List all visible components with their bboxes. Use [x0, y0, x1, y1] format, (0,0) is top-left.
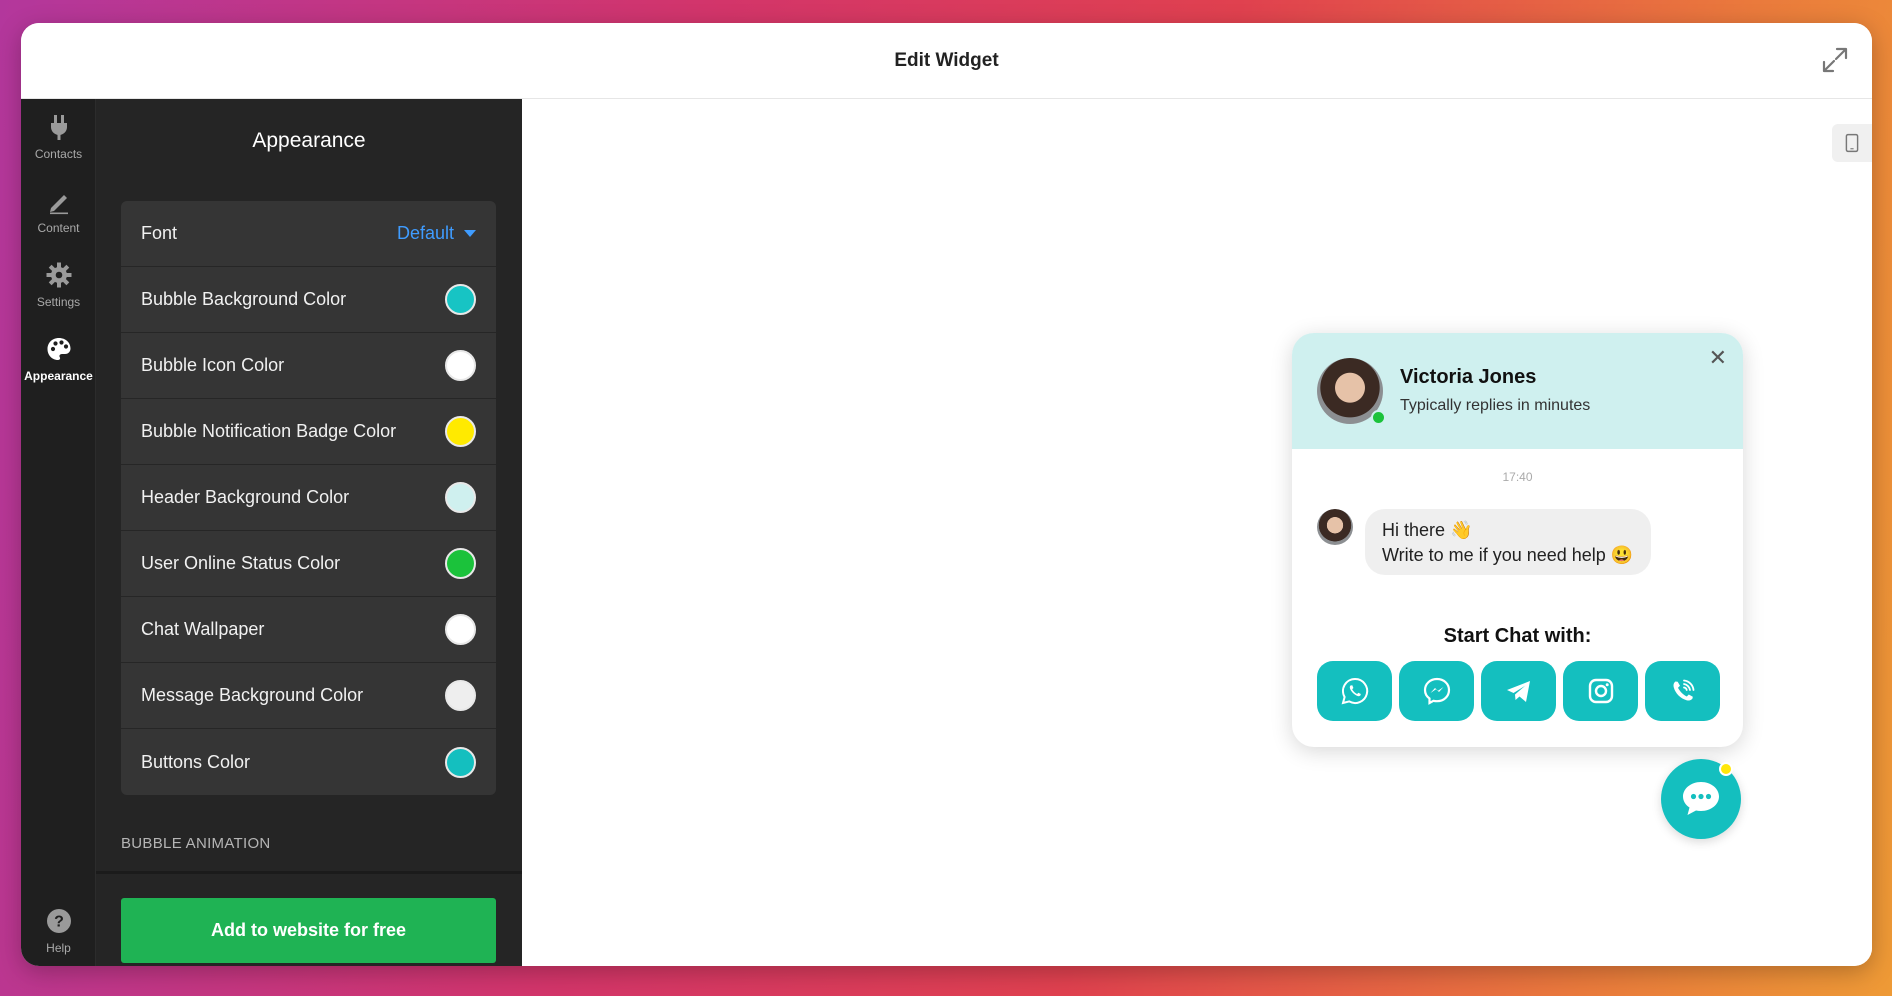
- expand-icon[interactable]: [1820, 45, 1850, 75]
- gear-icon: [46, 262, 71, 288]
- color-swatch[interactable]: [445, 680, 476, 711]
- messenger-button[interactable]: [1399, 661, 1474, 721]
- nav-item-settings[interactable]: Settings: [21, 247, 96, 317]
- nav-label-contacts: Contacts: [34, 147, 83, 161]
- message-line-1: Hi there 👋: [1382, 520, 1473, 540]
- color-swatch[interactable]: [445, 350, 476, 381]
- top-bar: Edit Widget: [21, 23, 1872, 99]
- appearance-panel: Appearance Font Default Bubble Backgroun…: [96, 99, 539, 966]
- chat-bubble-icon: [1683, 782, 1719, 815]
- color-swatch[interactable]: [445, 614, 476, 645]
- instagram-icon: [1588, 678, 1613, 704]
- color-row-buttons[interactable]: Buttons Color: [121, 729, 496, 795]
- start-chat-label: Start Chat with:: [1443, 625, 1592, 647]
- font-dropdown[interactable]: Default: [397, 223, 476, 244]
- whatsapp-button[interactable]: [1317, 661, 1392, 721]
- color-swatch[interactable]: [445, 746, 476, 778]
- agent-name: Victoria Jones: [1400, 366, 1537, 388]
- font-setting[interactable]: Font Default: [121, 201, 496, 267]
- messenger-icon: [1423, 677, 1450, 705]
- window-title: Edit Widget: [894, 49, 999, 71]
- nav-item-help[interactable]: ? Help: [21, 893, 96, 963]
- online-status-dot: [1371, 410, 1386, 425]
- message-timestamp: 17:40: [1502, 470, 1533, 484]
- telegram-icon: [1506, 681, 1530, 702]
- color-row-chat-wallpaper[interactable]: Chat Wallpaper: [121, 597, 496, 663]
- whatsapp-icon: [1341, 677, 1368, 705]
- phone-icon: [1845, 133, 1859, 153]
- mobile-preview-button[interactable]: [1832, 124, 1872, 162]
- pencil-icon: [49, 195, 68, 215]
- color-swatch[interactable]: [445, 482, 476, 513]
- agent-status: Typically replies in minutes: [1400, 397, 1591, 414]
- nav-item-appearance[interactable]: Appearance: [21, 321, 96, 391]
- setting-label: Bubble Notification Badge Color: [141, 421, 397, 441]
- color-row-message-background[interactable]: Message Background Color: [121, 663, 496, 729]
- color-row-bubble-background[interactable]: Bubble Background Color: [121, 267, 496, 333]
- color-row-online-status[interactable]: User Online Status Color: [121, 531, 496, 597]
- setting-label: Bubble Background Color: [141, 289, 347, 309]
- nav-label-content: Content: [37, 221, 80, 235]
- help-icon: ?: [46, 909, 71, 933]
- section-label-bubble-animation: BUBBLE ANIMATION: [121, 835, 271, 852]
- notification-badge: [1719, 762, 1733, 776]
- chat-header: Victoria Jones Typically replies in minu…: [1292, 333, 1743, 449]
- font-dropdown-value: Default: [396, 223, 454, 243]
- nav-label-help: Help: [46, 941, 71, 955]
- message-bubble: Hi there 👋 Write to me if you need help …: [1365, 509, 1652, 575]
- message-avatar: [1317, 509, 1353, 545]
- left-nav: Contacts Content Settings Appearance ? H…: [21, 99, 96, 966]
- color-swatch[interactable]: [445, 284, 476, 315]
- add-to-website-button[interactable]: Add to website for free: [121, 898, 496, 963]
- color-row-bubble-icon[interactable]: Bubble Icon Color: [121, 333, 496, 399]
- edit-widget-window: Edit Widget Contacts Content Settings Ap…: [21, 23, 1872, 966]
- instagram-button[interactable]: [1563, 661, 1638, 721]
- widget-preview: Victoria Jones Typically replies in minu…: [522, 99, 1872, 966]
- setting-label: User Online Status Color: [141, 553, 341, 573]
- message-line-2: Write to me if you need help 😃: [1382, 545, 1634, 565]
- setting-label: Bubble Icon Color: [141, 355, 285, 375]
- font-label: Font: [141, 223, 178, 243]
- palette-icon: [47, 338, 70, 360]
- footer-divider: [96, 871, 522, 874]
- setting-label: Chat Wallpaper: [141, 619, 265, 639]
- panel-title: Appearance: [252, 129, 366, 152]
- color-swatch[interactable]: [445, 548, 476, 579]
- svg-text:?: ?: [54, 914, 64, 931]
- nav-item-contacts[interactable]: Contacts: [21, 99, 96, 169]
- setting-label: Header Background Color: [141, 487, 350, 507]
- caret-down-icon: [464, 230, 476, 237]
- viber-button[interactable]: [1645, 661, 1720, 721]
- telegram-button[interactable]: [1481, 661, 1556, 721]
- appearance-settings-list: Font Default Bubble Background Color Bub…: [121, 201, 496, 795]
- viber-icon: [1673, 679, 1694, 701]
- color-swatch[interactable]: [445, 416, 476, 447]
- close-icon[interactable]: ✕: [1709, 345, 1727, 371]
- plug-icon: [50, 115, 67, 140]
- color-row-notification-badge[interactable]: Bubble Notification Badge Color: [121, 399, 496, 465]
- nav-label-appearance: Appearance: [24, 369, 93, 383]
- channel-buttons: [1317, 661, 1720, 721]
- setting-label: Message Background Color: [141, 685, 364, 705]
- nav-item-content[interactable]: Content: [21, 173, 96, 243]
- nav-label-settings: Settings: [36, 295, 81, 309]
- color-row-header-background[interactable]: Header Background Color: [121, 465, 496, 531]
- setting-label: Buttons Color: [141, 751, 251, 772]
- chat-window: Victoria Jones Typically replies in minu…: [1292, 333, 1743, 747]
